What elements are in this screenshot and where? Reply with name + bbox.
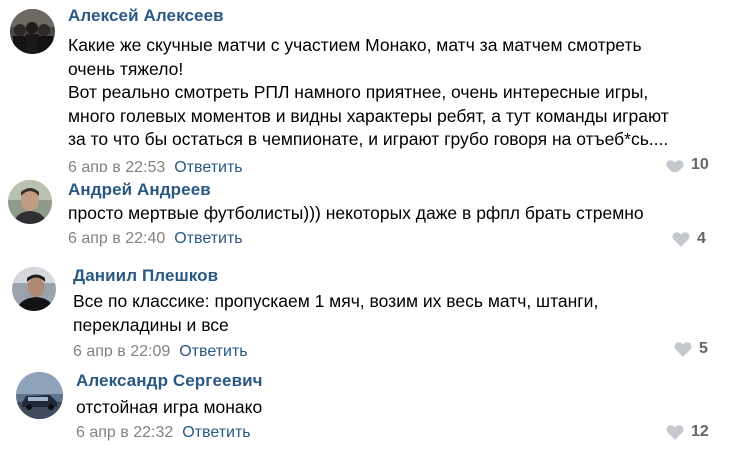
comment-text: просто мертвые футболисты))) некоторых д… xyxy=(68,202,644,226)
comment-text-line: Вот реально смотреть РПЛ намного приятне… xyxy=(68,82,649,102)
comment-text-line: много голевых моментов и видны характеры… xyxy=(68,105,669,126)
comment-date[interactable]: 6 апр в 22:32 xyxy=(76,424,173,441)
comment-meta: 6 апр в 22:53 Ответить xyxy=(68,158,243,172)
like-count: 5 xyxy=(699,340,708,357)
avatar[interactable] xyxy=(12,267,56,311)
comment-text-line: за то что бы остаться в чемпионате, и иг… xyxy=(68,129,669,149)
heart-icon xyxy=(674,341,692,357)
heart-icon xyxy=(672,231,690,247)
like-button[interactable]: 10 xyxy=(666,155,709,172)
reply-button[interactable]: Ответить xyxy=(182,424,250,441)
comment: Александр Сергеевич отстойная игра монак… xyxy=(0,357,730,453)
like-count: 12 xyxy=(691,423,709,440)
comment-text: Какие же скучные матчи с участием Монако… xyxy=(68,34,669,152)
like-button[interactable]: 5 xyxy=(674,340,708,358)
comment-text: Все по классике: пропускаем 1 мяч, возим… xyxy=(73,290,598,337)
comment-author[interactable]: Алексей Алексеев xyxy=(68,6,224,26)
comment: Даниил Плешков Все по классике: пропуска… xyxy=(0,254,730,357)
comments-screen: { "comments": [ { "author": "Алексей Але… xyxy=(0,0,730,453)
heart-icon xyxy=(666,159,684,172)
reply-button[interactable]: Ответить xyxy=(174,230,242,247)
reply-button[interactable]: Ответить xyxy=(179,343,247,357)
like-count: 4 xyxy=(697,230,706,247)
comment-author[interactable]: Александр Сергеевич xyxy=(76,371,263,391)
comment-author[interactable]: Андрей Андреев xyxy=(68,180,211,200)
like-count: 10 xyxy=(691,156,709,172)
comment: Андрей Андреев просто мертвые футболисты… xyxy=(0,172,730,254)
comment-text-line: Все по классике: пропускаем 1 мяч, возим… xyxy=(73,291,599,311)
like-button[interactable]: 4 xyxy=(672,230,706,248)
comment-text-line: просто мертвые футболисты))) некоторых д… xyxy=(68,203,644,223)
like-button[interactable]: 12 xyxy=(666,423,709,441)
comment-text-line: перекладины и все xyxy=(73,314,229,335)
comment-meta: 6 апр в 22:32 Ответить xyxy=(76,424,251,442)
avatar[interactable] xyxy=(16,372,63,419)
comment-meta: 6 апр в 22:09 Ответить xyxy=(73,341,248,357)
comment-text-line: очень тяжело! xyxy=(68,58,184,79)
comment-author[interactable]: Даниил Плешков xyxy=(73,266,218,286)
comment-date[interactable]: 6 апр в 22:40 xyxy=(68,230,165,247)
reply-button[interactable]: Ответить xyxy=(174,159,242,172)
comment: Алексей Алексеев Какие же скучные матчи … xyxy=(0,0,730,172)
avatar[interactable] xyxy=(8,180,52,224)
avatar[interactable] xyxy=(10,9,55,54)
comment-meta: 6 апр в 22:40 Ответить xyxy=(68,230,243,248)
heart-icon xyxy=(666,424,684,440)
comment-date[interactable]: 6 апр в 22:53 xyxy=(68,159,165,172)
comment-text-line: Какие же скучные матчи с участием Монако… xyxy=(68,35,642,55)
comment-date[interactable]: 6 апр в 22:09 xyxy=(73,343,170,357)
comment-text: отстойная игра монако xyxy=(76,396,262,420)
comment-text-line: отстойная игра монако xyxy=(76,397,263,417)
